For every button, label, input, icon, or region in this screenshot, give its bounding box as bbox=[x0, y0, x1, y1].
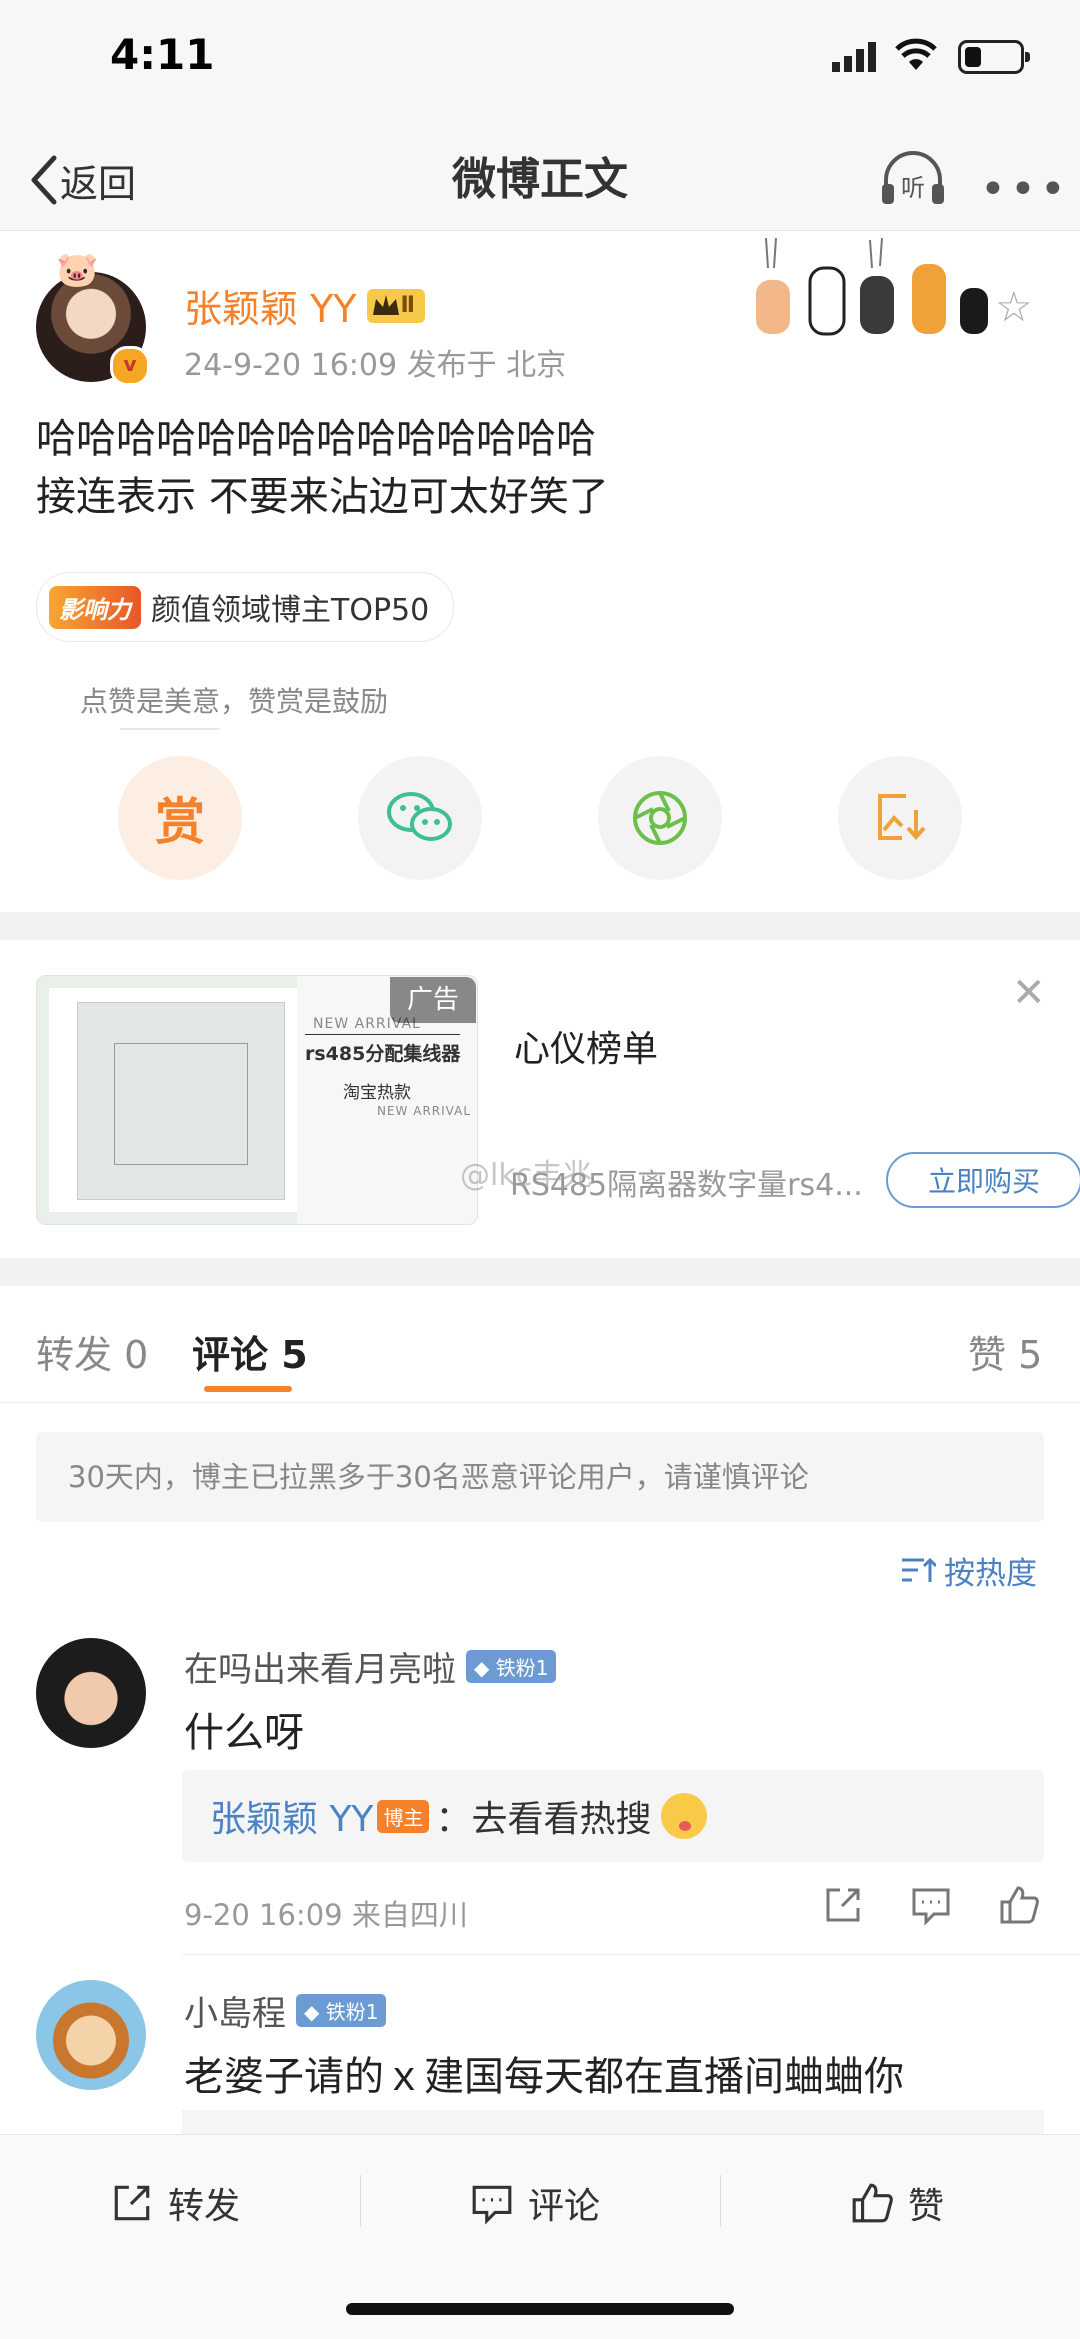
comment-text: 什么呀 bbox=[184, 1710, 304, 1756]
tab-bar: 转发 0 评论 5 赞 5 bbox=[0, 1286, 1080, 1403]
watermark: @lkc丰兆 bbox=[460, 1158, 593, 1193]
comment-icon bbox=[472, 2185, 512, 2225]
section-divider bbox=[0, 1258, 1080, 1286]
comment-text: 老婆子请的ｘ建国每天都在直播间蛐蛐你 bbox=[184, 2054, 904, 2100]
fan-badge: ◆ 铁粉1 bbox=[466, 1650, 557, 1683]
status-time: 4:11 bbox=[110, 30, 215, 79]
nav-bar: 微博正文 返回 听 ••• bbox=[0, 130, 1080, 231]
cat-paws-decoration-icon bbox=[756, 238, 988, 336]
author-name: 张颖颖 YY bbox=[184, 287, 357, 331]
listen-button[interactable]: 听 bbox=[880, 150, 946, 212]
ad-title[interactable]: 心仪榜单 bbox=[514, 1020, 658, 1072]
comment-button[interactable]: 评论 bbox=[470, 2173, 600, 2233]
share-wechat-button[interactable] bbox=[358, 756, 482, 880]
buy-now-button[interactable]: 立即购买 bbox=[886, 1152, 1080, 1208]
headphones-icon: 听 bbox=[882, 151, 944, 204]
author-reply[interactable]: 张颖颖 YY 博主 ：去看看热搜 bbox=[182, 1770, 1044, 1862]
post-text: 哈哈哈哈哈哈哈哈哈哈哈哈哈哈 接连表示 不要来沾边可太好笑了 bbox=[36, 416, 609, 520]
wechat-icon bbox=[387, 792, 452, 841]
tip-pointer bbox=[120, 728, 220, 730]
status-bar: 4:11 bbox=[0, 0, 1080, 130]
bar-divider bbox=[360, 2175, 361, 2227]
repost-icon bbox=[114, 2185, 150, 2221]
bar-divider bbox=[720, 2175, 721, 2227]
back-button[interactable]: 返回 bbox=[28, 148, 136, 212]
tip-note: 点赞是美意，赞赏是鼓励 bbox=[80, 685, 389, 718]
sort-label: 按热度 bbox=[944, 1556, 1037, 1592]
fan-badge: ◆ 铁粉1 bbox=[296, 1994, 387, 2027]
tab-like[interactable]: 赞 5 bbox=[968, 1324, 1042, 1379]
comment-notice: 30天内，博主已拉黑多于30名恶意评论用户，请谨慎评论 bbox=[36, 1432, 1044, 1522]
verified-badge-icon: v bbox=[110, 346, 150, 386]
commenter-name-row[interactable]: 在吗出来看月亮啦 ◆ 铁粉1 bbox=[184, 1642, 557, 1691]
reply-author-name[interactable]: 张颖颖 YY bbox=[210, 1790, 373, 1842]
comment-divider bbox=[182, 1954, 1080, 1955]
influence-badge: 影响力 bbox=[49, 585, 141, 629]
active-tab-indicator bbox=[204, 1386, 292, 1392]
section-divider bbox=[0, 912, 1080, 940]
close-icon[interactable]: ✕ bbox=[1012, 970, 1046, 1016]
chevron-left-icon bbox=[31, 155, 57, 205]
commenter-avatar[interactable] bbox=[36, 1638, 146, 1748]
commenter-avatar[interactable] bbox=[36, 1980, 146, 2090]
cellular-signal-icon bbox=[832, 42, 876, 72]
repost-label: 转发 bbox=[168, 2186, 241, 2227]
tab-repost[interactable]: 转发 0 bbox=[36, 1324, 148, 1379]
pig-decoration-icon: 🐷 bbox=[56, 250, 99, 290]
tab-comment[interactable]: 评论 5 bbox=[192, 1324, 308, 1379]
influence-tag[interactable]: 影响力 颜值领域博主TOP50 bbox=[36, 572, 455, 642]
comment-time: 9-20 16:09 来自四川 bbox=[184, 1898, 468, 1932]
like-label: 赞 bbox=[908, 2186, 945, 2227]
favorite-star-icon[interactable]: ☆ bbox=[995, 282, 1033, 331]
wifi-icon bbox=[895, 38, 937, 70]
thumbs-up-icon[interactable] bbox=[998, 1884, 1040, 1926]
comment-label: 评论 bbox=[528, 2186, 601, 2227]
back-label: 返回 bbox=[60, 161, 137, 206]
save-image-button[interactable] bbox=[838, 756, 962, 880]
share-moments-button[interactable] bbox=[598, 756, 722, 880]
moments-aperture-icon bbox=[633, 791, 687, 845]
ad-product-image bbox=[49, 988, 309, 1212]
commenter-name-row[interactable]: 小島程 ◆ 铁粉1 bbox=[184, 1986, 387, 2035]
sort-icon bbox=[902, 1557, 936, 1582]
crown-icon bbox=[372, 294, 399, 315]
battery-icon bbox=[958, 40, 1030, 74]
author-avatar[interactable]: 🐷 v bbox=[36, 250, 150, 386]
member-crown-badge: Ⅱ bbox=[366, 288, 426, 323]
ad-tag: 广告 bbox=[390, 977, 476, 1023]
tongue-emoji-icon bbox=[661, 1793, 708, 1839]
home-indicator bbox=[346, 2303, 734, 2315]
reward-button[interactable]: 赏 bbox=[118, 756, 242, 880]
post-meta: 24-9-20 16:09 发布于 北京 bbox=[184, 348, 567, 383]
more-options-icon[interactable]: ••• bbox=[980, 164, 1070, 215]
svg-text:听: 听 bbox=[901, 174, 925, 202]
reply-text: ：去看看热搜 bbox=[435, 1799, 652, 1840]
sort-button[interactable]: 按热度 bbox=[900, 1548, 1037, 1593]
save-image-icon bbox=[878, 794, 926, 841]
comment-icon[interactable] bbox=[910, 1884, 952, 1926]
author-badge: 博主 bbox=[377, 1799, 430, 1833]
thumbs-up-icon bbox=[852, 2183, 893, 2223]
commenter-name: 小島程 bbox=[184, 1994, 286, 2034]
author-name-row[interactable]: 张颖颖 YY Ⅱ bbox=[184, 278, 426, 333]
repost-button[interactable]: 转发 bbox=[110, 2173, 240, 2233]
commenter-name: 在吗出来看月亮啦 bbox=[184, 1650, 456, 1690]
share-icon[interactable] bbox=[822, 1884, 864, 1926]
influence-text: 颜值领域博主TOP50 bbox=[151, 593, 430, 628]
like-button[interactable]: 赞 bbox=[850, 2173, 944, 2233]
